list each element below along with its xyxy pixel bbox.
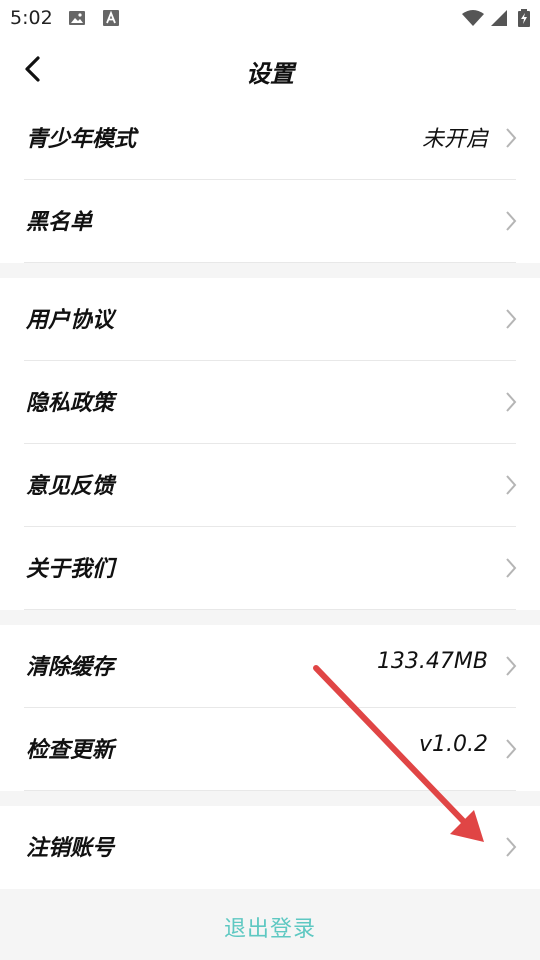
row-value: 未开启	[421, 127, 488, 152]
logout-area: 退出登录	[0, 889, 540, 960]
row-label: 注销账号	[26, 836, 115, 861]
settings-row-about-us[interactable]: 关于我们	[0, 527, 540, 610]
settings-row-blacklist[interactable]: 黑名单	[0, 180, 540, 263]
settings-row-feedback[interactable]: 意见反馈	[0, 444, 540, 527]
chevron-right-icon	[506, 309, 517, 329]
row-label: 意见反馈	[26, 474, 115, 499]
row-label: 关于我们	[26, 557, 115, 582]
row-label: 青少年模式	[26, 127, 137, 152]
settings-row-privacy-policy[interactable]: 隐私政策	[0, 361, 540, 444]
wifi-icon	[462, 10, 484, 26]
settings-group-general: 青少年模式 未开启 黑名单	[0, 97, 540, 263]
row-label: 清除缓存	[26, 655, 115, 680]
chevron-right-icon	[506, 128, 517, 148]
divider	[24, 609, 516, 610]
row-label: 黑名单	[26, 210, 93, 235]
status-bar: 5:02	[0, 0, 540, 36]
a-icon	[103, 10, 119, 26]
divider	[24, 262, 516, 263]
chevron-right-icon	[506, 211, 517, 231]
battery-icon	[518, 9, 530, 27]
page-title: 设置	[246, 60, 294, 88]
settings-row-user-agreement[interactable]: 用户协议	[0, 278, 540, 361]
chevron-right-icon	[506, 739, 517, 759]
image-icon	[69, 11, 85, 25]
status-time: 5:02	[10, 7, 53, 29]
chevron-right-icon	[506, 392, 517, 412]
logout-button[interactable]: 退出登录	[0, 911, 540, 943]
chevron-right-icon	[506, 475, 517, 495]
chevron-right-icon	[506, 558, 517, 578]
row-label: 隐私政策	[26, 391, 115, 416]
settings-row-youth-mode[interactable]: 青少年模式 未开启	[0, 97, 540, 180]
settings-screen: 5:02 设置 青少年模式 未开启 黑名单 用户协议 隐私政策 意见反馈 关于我…	[0, 0, 540, 960]
row-label: 用户协议	[26, 308, 115, 333]
settings-group-info: 用户协议 隐私政策 意见反馈 关于我们	[0, 278, 540, 610]
header-bar: 设置	[0, 36, 540, 102]
chevron-right-icon	[506, 837, 517, 857]
chevron-right-icon	[506, 656, 517, 676]
row-label: 检查更新	[26, 738, 115, 763]
signal-icon	[491, 10, 507, 26]
annotation-arrow-icon	[313, 665, 484, 842]
